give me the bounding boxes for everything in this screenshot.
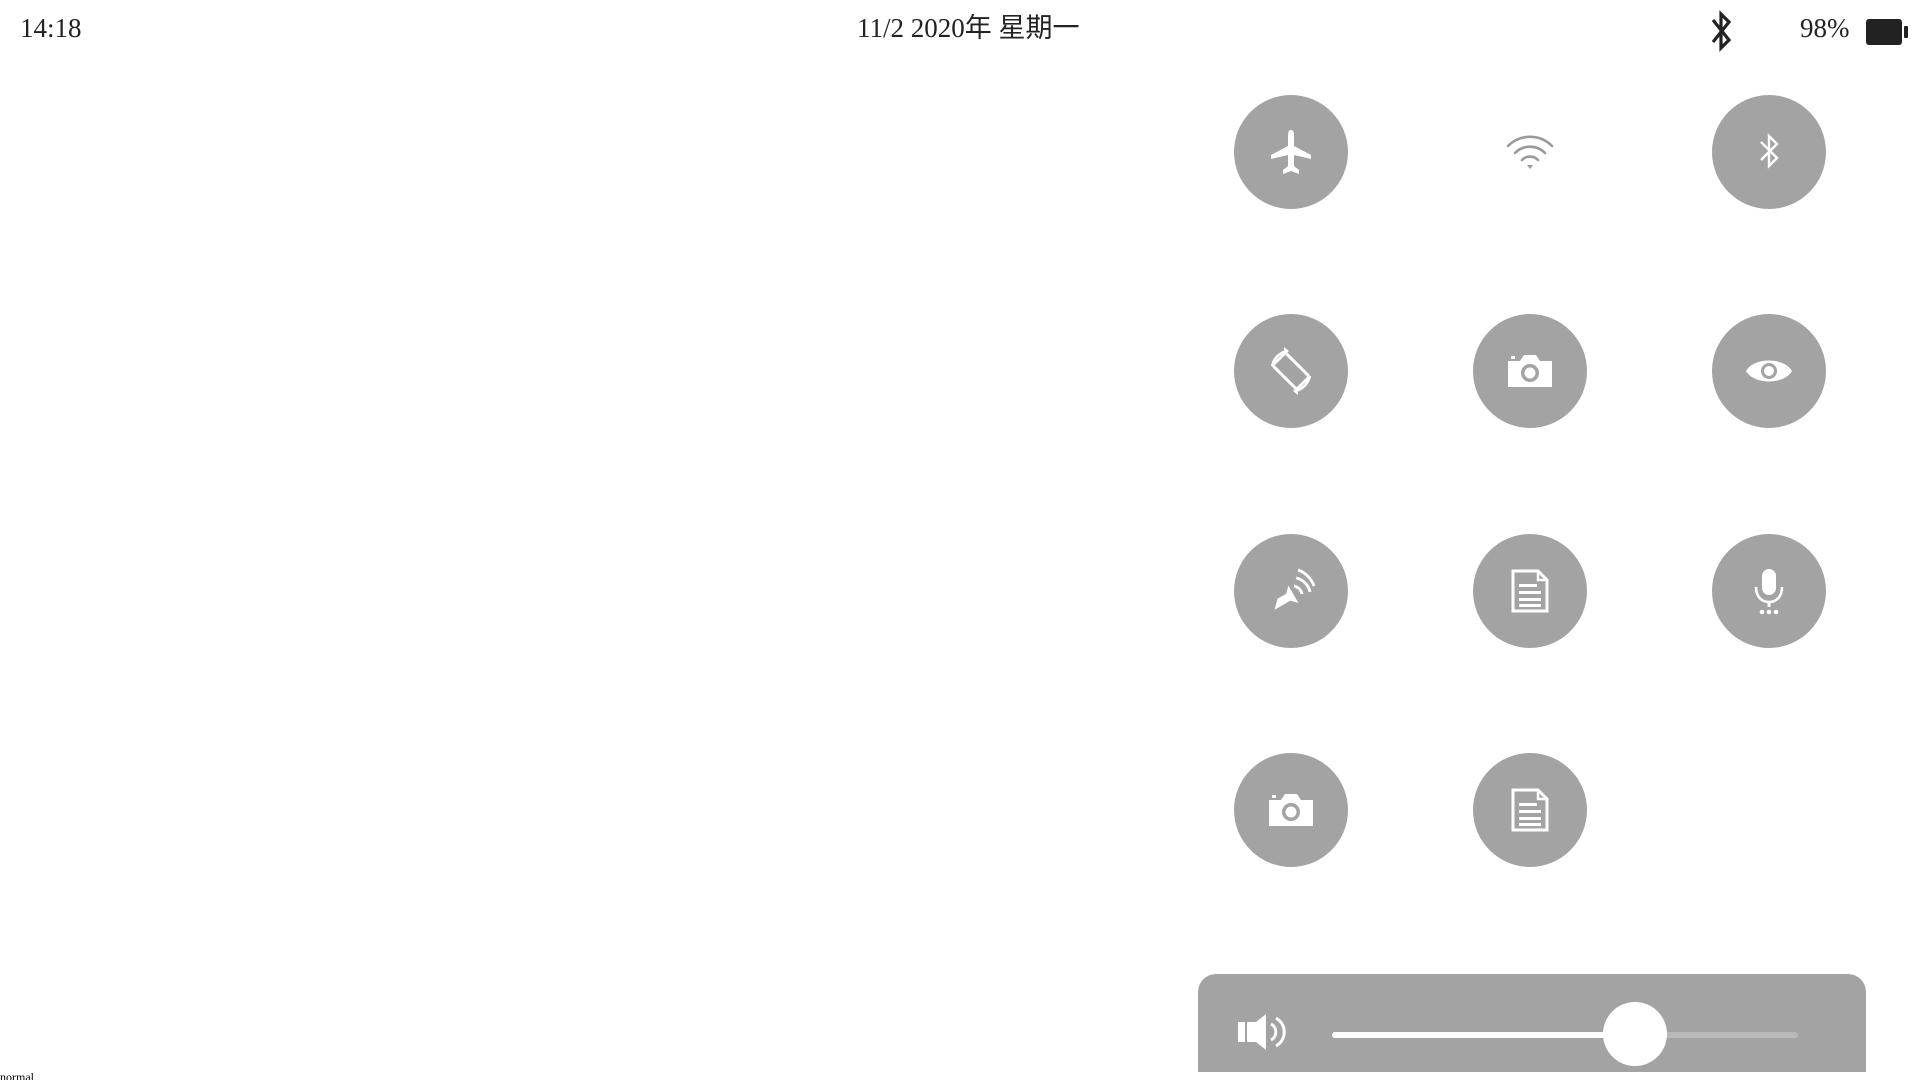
- airplane-mode-button[interactable]: [1234, 95, 1348, 209]
- bluetooth-button[interactable]: [1712, 95, 1826, 209]
- speaker-icon[interactable]: [1238, 1012, 1288, 1052]
- broadcast-icon: [1274, 568, 1316, 610]
- volume-slider[interactable]: [1332, 1002, 1798, 1066]
- camera-icon: [1269, 794, 1313, 826]
- screen: 14:18 11/2 2020年 星期一 98% normal: [0, 0, 1920, 1080]
- rotate-icon: [1270, 347, 1312, 395]
- bluetooth-icon: [1760, 133, 1779, 169]
- wifi-button[interactable]: [1473, 95, 1587, 209]
- eye-icon: [1746, 360, 1792, 382]
- document-icon: [1511, 788, 1549, 832]
- camera-2-button[interactable]: [1234, 753, 1348, 867]
- airplane-icon: [1271, 130, 1311, 174]
- volume-panel: [1198, 974, 1866, 1072]
- microphone-button[interactable]: [1712, 534, 1826, 648]
- rotation-lock-button[interactable]: [1234, 314, 1348, 428]
- wifi-icon: [1506, 135, 1554, 169]
- status-date: 11/2 2020年 星期一: [857, 13, 1080, 43]
- camera-button[interactable]: [1473, 314, 1587, 428]
- mode-label: normal: [0, 1070, 34, 1080]
- document-button[interactable]: [1473, 534, 1587, 648]
- volume-knob[interactable]: [1602, 1002, 1667, 1066]
- speaker-broadcast-button[interactable]: [1234, 534, 1348, 648]
- battery-percent: 98%: [1800, 13, 1850, 43]
- volume-fill: [1332, 1032, 1635, 1038]
- battery-icon: [1866, 18, 1908, 46]
- document-icon: [1511, 569, 1549, 613]
- status-time: 14:18: [20, 13, 82, 43]
- camera-icon: [1508, 355, 1552, 387]
- microphone-icon: [1754, 569, 1784, 615]
- document-2-button[interactable]: [1473, 753, 1587, 867]
- bluetooth-icon: [1704, 8, 1738, 54]
- eye-button[interactable]: [1712, 314, 1826, 428]
